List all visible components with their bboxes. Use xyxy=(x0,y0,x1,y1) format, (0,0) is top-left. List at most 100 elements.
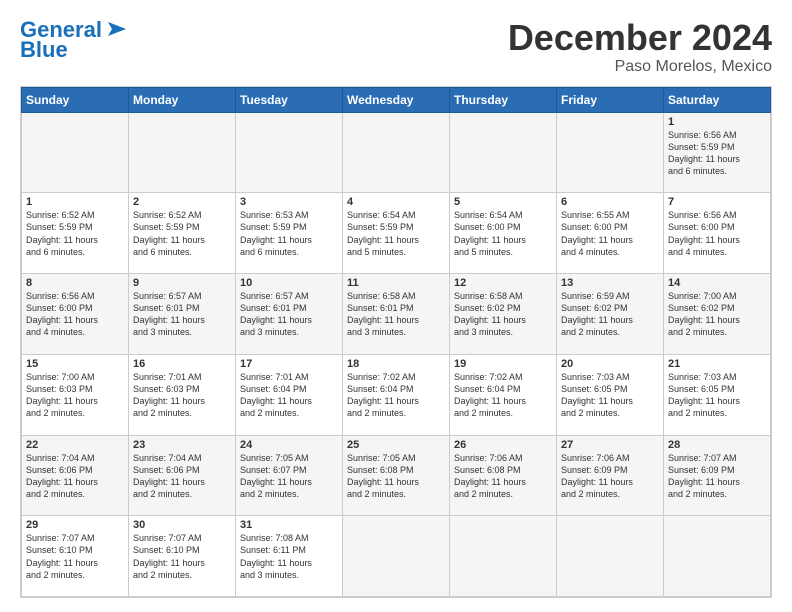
table-cell: 1Sunrise: 6:56 AM Sunset: 5:59 PM Daylig… xyxy=(664,112,771,193)
day-number: 7 xyxy=(668,196,766,208)
day-number: 1 xyxy=(26,196,124,208)
day-number: 23 xyxy=(133,439,231,451)
day-info: Sunrise: 6:53 AM Sunset: 5:59 PM Dayligh… xyxy=(240,209,338,258)
table-cell: 29Sunrise: 7:07 AM Sunset: 6:10 PM Dayli… xyxy=(22,516,129,597)
day-number: 2 xyxy=(133,196,231,208)
table-cell xyxy=(343,516,450,597)
day-info: Sunrise: 7:03 AM Sunset: 6:05 PM Dayligh… xyxy=(668,371,766,420)
day-info: Sunrise: 7:05 AM Sunset: 6:07 PM Dayligh… xyxy=(240,452,338,501)
table-row: 1Sunrise: 6:56 AM Sunset: 5:59 PM Daylig… xyxy=(22,112,771,193)
day-info: Sunrise: 7:00 AM Sunset: 6:02 PM Dayligh… xyxy=(668,290,766,339)
table-cell: 31Sunrise: 7:08 AM Sunset: 6:11 PM Dayli… xyxy=(236,516,343,597)
day-info: Sunrise: 6:52 AM Sunset: 5:59 PM Dayligh… xyxy=(26,209,124,258)
table-cell: 27Sunrise: 7:06 AM Sunset: 6:09 PM Dayli… xyxy=(557,435,664,516)
logo-blue: Blue xyxy=(20,38,68,62)
header: General Blue December 2024 Paso Morelos,… xyxy=(20,18,772,76)
table-cell xyxy=(22,112,129,193)
day-number: 9 xyxy=(133,277,231,289)
table-cell: 3Sunrise: 6:53 AM Sunset: 5:59 PM Daylig… xyxy=(236,193,343,274)
day-info: Sunrise: 7:08 AM Sunset: 6:11 PM Dayligh… xyxy=(240,532,338,581)
calendar-table: Sunday Monday Tuesday Wednesday Thursday… xyxy=(21,87,771,597)
day-info: Sunrise: 6:56 AM Sunset: 6:00 PM Dayligh… xyxy=(26,290,124,339)
day-number: 6 xyxy=(561,196,659,208)
table-cell: 1Sunrise: 6:52 AM Sunset: 5:59 PM Daylig… xyxy=(22,193,129,274)
day-info: Sunrise: 7:05 AM Sunset: 6:08 PM Dayligh… xyxy=(347,452,445,501)
day-number: 13 xyxy=(561,277,659,289)
table-cell: 10Sunrise: 6:57 AM Sunset: 6:01 PM Dayli… xyxy=(236,274,343,355)
table-cell: 7Sunrise: 6:56 AM Sunset: 6:00 PM Daylig… xyxy=(664,193,771,274)
day-info: Sunrise: 7:01 AM Sunset: 6:04 PM Dayligh… xyxy=(240,371,338,420)
day-number: 16 xyxy=(133,358,231,370)
day-info: Sunrise: 6:58 AM Sunset: 6:02 PM Dayligh… xyxy=(454,290,552,339)
table-cell xyxy=(343,112,450,193)
day-info: Sunrise: 7:04 AM Sunset: 6:06 PM Dayligh… xyxy=(133,452,231,501)
day-number: 17 xyxy=(240,358,338,370)
day-number: 12 xyxy=(454,277,552,289)
day-info: Sunrise: 7:07 AM Sunset: 6:10 PM Dayligh… xyxy=(26,532,124,581)
day-number: 24 xyxy=(240,439,338,451)
table-cell: 5Sunrise: 6:54 AM Sunset: 6:00 PM Daylig… xyxy=(450,193,557,274)
day-number: 25 xyxy=(347,439,445,451)
day-info: Sunrise: 6:54 AM Sunset: 6:00 PM Dayligh… xyxy=(454,209,552,258)
logo-arrow-icon xyxy=(104,18,126,40)
day-info: Sunrise: 6:57 AM Sunset: 6:01 PM Dayligh… xyxy=(240,290,338,339)
table-cell: 30Sunrise: 7:07 AM Sunset: 6:10 PM Dayli… xyxy=(129,516,236,597)
table-cell xyxy=(557,112,664,193)
day-info: Sunrise: 6:52 AM Sunset: 5:59 PM Dayligh… xyxy=(133,209,231,258)
day-info: Sunrise: 7:02 AM Sunset: 6:04 PM Dayligh… xyxy=(454,371,552,420)
col-sunday: Sunday xyxy=(22,87,129,112)
day-info: Sunrise: 6:54 AM Sunset: 5:59 PM Dayligh… xyxy=(347,209,445,258)
table-cell: 11Sunrise: 6:58 AM Sunset: 6:01 PM Dayli… xyxy=(343,274,450,355)
table-row: 22 Sunrise: 7:04 AM Sunset: 6:06 PM Dayli… xyxy=(22,435,771,516)
day-info: Sunrise: 6:56 AM Sunset: 5:59 PM Dayligh… xyxy=(668,129,766,178)
table-cell xyxy=(236,112,343,193)
table-cell: 4Sunrise: 6:54 AM Sunset: 5:59 PM Daylig… xyxy=(343,193,450,274)
day-number: 10 xyxy=(240,277,338,289)
table-cell: 12Sunrise: 6:58 AM Sunset: 6:02 PM Dayli… xyxy=(450,274,557,355)
day-info: Sunrise: 6:56 AM Sunset: 6:00 PM Dayligh… xyxy=(668,209,766,258)
day-info: Sunrise: 7:02 AM Sunset: 6:04 PM Dayligh… xyxy=(347,371,445,420)
table-cell: 21Sunrise: 7:03 AM Sunset: 6:05 PM Dayli… xyxy=(664,354,771,435)
day-number: 18 xyxy=(347,358,445,370)
table-cell: 23Sunrise: 7:04 AM Sunset: 6:06 PM Dayli… xyxy=(129,435,236,516)
day-info: Sunrise: 6:57 AM Sunset: 6:01 PM Dayligh… xyxy=(133,290,231,339)
table-cell: 24Sunrise: 7:05 AM Sunset: 6:07 PM Dayli… xyxy=(236,435,343,516)
day-number: 31 xyxy=(240,519,338,531)
day-info: Sunrise: 7:01 AM Sunset: 6:03 PM Dayligh… xyxy=(133,371,231,420)
day-info: Sunrise: 7:00 AM Sunset: 6:03 PM Dayligh… xyxy=(26,371,124,420)
table-row: 15Sunrise: 7:00 AM Sunset: 6:03 PM Dayli… xyxy=(22,354,771,435)
day-number: 28 xyxy=(668,439,766,451)
col-monday: Monday xyxy=(129,87,236,112)
day-info: Sunrise: 7:06 AM Sunset: 6:08 PM Dayligh… xyxy=(454,452,552,501)
page-title: December 2024 xyxy=(508,18,772,58)
day-info: Sunrise: 6:58 AM Sunset: 6:01 PM Dayligh… xyxy=(347,290,445,339)
day-number: 3 xyxy=(240,196,338,208)
day-number: 30 xyxy=(133,519,231,531)
day-info: Sunrise: 7:03 AM Sunset: 6:05 PM Dayligh… xyxy=(561,371,659,420)
day-number: 8 xyxy=(26,277,124,289)
day-number: 29 xyxy=(26,519,124,531)
calendar: Sunday Monday Tuesday Wednesday Thursday… xyxy=(20,86,772,598)
col-thursday: Thursday xyxy=(450,87,557,112)
col-wednesday: Wednesday xyxy=(343,87,450,112)
table-cell: 8Sunrise: 6:56 AM Sunset: 6:00 PM Daylig… xyxy=(22,274,129,355)
table-cell xyxy=(557,516,664,597)
day-number: 19 xyxy=(454,358,552,370)
day-number: 20 xyxy=(561,358,659,370)
day-number: 5 xyxy=(454,196,552,208)
col-tuesday: Tuesday xyxy=(236,87,343,112)
table-cell: 22Sunrise: 7:04 AM Sunset: 6:06 PM Dayli… xyxy=(22,435,129,516)
table-cell: 26Sunrise: 7:06 AM Sunset: 6:08 PM Dayli… xyxy=(450,435,557,516)
day-info: Sunrise: 6:55 AM Sunset: 6:00 PM Dayligh… xyxy=(561,209,659,258)
table-cell: 18Sunrise: 7:02 AM Sunset: 6:04 PM Dayli… xyxy=(343,354,450,435)
table-cell: 20Sunrise: 7:03 AM Sunset: 6:05 PM Dayli… xyxy=(557,354,664,435)
table-cell: 2Sunrise: 6:52 AM Sunset: 5:59 PM Daylig… xyxy=(129,193,236,274)
table-cell xyxy=(664,516,771,597)
col-saturday: Saturday xyxy=(664,87,771,112)
day-number: 22 xyxy=(26,439,124,451)
table-row: 29Sunrise: 7:07 AM Sunset: 6:10 PM Dayli… xyxy=(22,516,771,597)
table-cell: 13Sunrise: 6:59 AM Sunset: 6:02 PM Dayli… xyxy=(557,274,664,355)
day-number: 27 xyxy=(561,439,659,451)
table-cell: 15Sunrise: 7:00 AM Sunset: 6:03 PM Dayli… xyxy=(22,354,129,435)
table-cell: 28Sunrise: 7:07 AM Sunset: 6:09 PM Dayli… xyxy=(664,435,771,516)
